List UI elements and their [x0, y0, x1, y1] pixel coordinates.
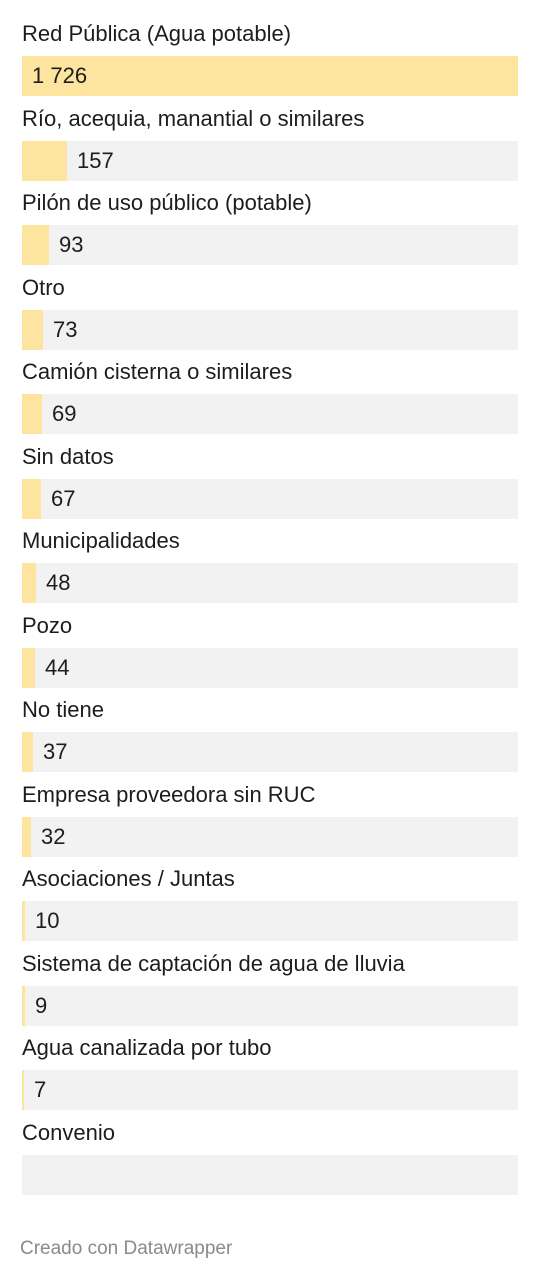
bar-category-label: Agua canalizada por tubo: [22, 1035, 272, 1060]
bar: [22, 985, 25, 1026]
bar-value-label: 69: [52, 401, 77, 426]
bar-value-label: 67: [51, 485, 76, 511]
bar-value-label: 1 726: [32, 63, 88, 88]
bar-track: 9: [22, 985, 518, 1026]
bar-value-label: 157: [77, 147, 114, 173]
bar: [22, 140, 67, 181]
bar-track: 7: [22, 1070, 518, 1110]
bar-track: 93: [22, 225, 518, 265]
bar-value-label: 37: [43, 739, 68, 764]
bar-chart: Red Pública (Agua potable) 1 726 Río, aceq…: [22, 14, 518, 1197]
bar-value-label: 48: [46, 570, 71, 595]
bar: [22, 732, 33, 772]
bar: [22, 225, 49, 265]
bar-row: No tiene 37: [22, 690, 518, 775]
bar: [22, 309, 43, 350]
bar-category-label: Sin datos: [22, 443, 114, 469]
bar-value-label: 10: [35, 908, 60, 933]
bar-category-label: Convenio: [22, 1119, 115, 1145]
bar: [22, 56, 518, 96]
bar-category-label: No tiene: [22, 697, 104, 722]
bar-category-label: Sistema de captación de agua de lluvia: [22, 950, 405, 976]
bar-row: Camión cisterna o similares 69: [22, 352, 518, 437]
bar-track: 44: [22, 647, 518, 688]
bar-category-label: Pilón de uso público (potable): [22, 190, 312, 215]
bar: [22, 901, 25, 941]
bar-category-label: Otro: [22, 274, 65, 300]
bar: [22, 563, 36, 603]
bar: [22, 647, 35, 688]
bar-track: [22, 1154, 518, 1195]
bar-row: Empresa proveedora sin RUC 32: [22, 775, 518, 860]
bar-row: Asociaciones / Juntas 10: [22, 859, 518, 944]
bar: [22, 1070, 24, 1110]
bar-value-label: 9: [35, 992, 48, 1018]
bar-track: 37: [22, 732, 518, 772]
bar-track: 157: [22, 140, 518, 181]
bar-category-label: Río, acequia, manantial o similares: [22, 105, 365, 131]
bar-category-label: Pozo: [22, 612, 73, 638]
bar-row: Sistema de captación de agua de lluvia 9: [22, 944, 518, 1029]
bar-category-label: Municipalidades: [22, 528, 180, 553]
bar: [22, 478, 41, 519]
bar-value-label: 73: [53, 316, 78, 342]
bar-track: 73: [22, 309, 518, 350]
bar-value-label: 44: [45, 654, 70, 680]
bar-category-label: Empresa proveedora sin RUC: [22, 781, 316, 807]
bar-track: 48: [22, 563, 518, 603]
bar-track: 1 726: [22, 56, 518, 96]
bar-row: Pozo 44: [22, 606, 518, 691]
bar-category-label: Red Pública (Agua potable): [22, 21, 292, 46]
bar-category-label: Asociaciones / Juntas: [22, 866, 235, 891]
bar-value-label: 93: [59, 232, 84, 257]
bar-row: Otro 73: [22, 268, 518, 353]
bar-category-label: Camión cisterna o similares: [22, 359, 293, 384]
bar-track: 69: [22, 394, 518, 434]
bar-track: 10: [22, 901, 518, 941]
bar-row: Municipalidades 48: [22, 521, 518, 606]
bar-value-label: 7: [34, 1077, 47, 1102]
bar: [22, 394, 42, 434]
bar: [22, 816, 31, 857]
bar-row: Sin datos 67: [22, 437, 518, 522]
bar-value-label: 32: [41, 823, 66, 849]
bar-row: Red Pública (Agua potable) 1 726: [22, 14, 518, 99]
credit-footer: Creado con Datawrapper: [20, 1238, 233, 1259]
bar-row: Convenio: [22, 1113, 518, 1198]
bar-track: 32: [22, 816, 518, 857]
bar-row: Río, acequia, manantial o similares 157: [22, 99, 518, 184]
bar-row: Pilón de uso público (potable) 93: [22, 183, 518, 268]
bar-row: Agua canalizada por tubo 7: [22, 1028, 518, 1113]
bar-track: 67: [22, 478, 518, 519]
